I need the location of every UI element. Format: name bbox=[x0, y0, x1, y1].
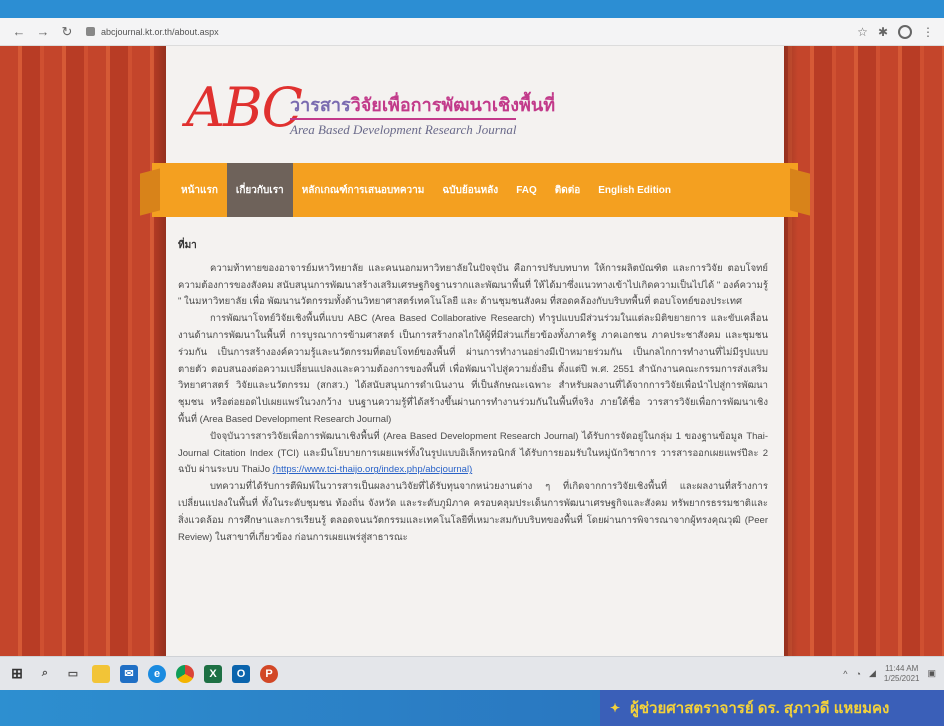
paragraph-3-text: ปัจจุบันวารสารวิจัยเพื่อการพัฒนาเชิงพื้น… bbox=[178, 430, 768, 476]
windows-icon[interactable]: ⊞ bbox=[8, 665, 26, 683]
main-navigation: หน้าแรก เกี่ยวกับเรา หลักเกณฑ์การเสนอบทค… bbox=[140, 163, 810, 217]
content-panel: ABC วารสารวิจัยเพื่อการพัฒนาเชิงพื้นที่ … bbox=[166, 46, 784, 656]
site-logo[interactable]: ABC วารสารวิจัยเพื่อการพัฒนาเชิงพื้นที่ … bbox=[186, 76, 686, 146]
presenter-name: ผู้ช่วยศาสตราจารย์ ดร. สุภาวดี แหยมคง bbox=[630, 700, 890, 717]
star-icon[interactable]: ☆ bbox=[857, 25, 868, 39]
paragraph-1: ความท้าทายของอาจารย์มหาวิทยาลัย และคนนอก… bbox=[178, 262, 768, 308]
paragraph-2: การพัฒนาโจทย์วิจัยเชิงพื้นที่แบบ ABC (Ar… bbox=[178, 313, 768, 425]
browser-toolbar: ← → ↻ abcjournal.kt.or.th/about.aspx ☆ ✱… bbox=[0, 18, 944, 46]
edge-icon[interactable]: e bbox=[148, 664, 166, 683]
ribbon-fold-left bbox=[140, 168, 160, 216]
paragraph-3: ปัจจุบันวารสารวิจัยเพื่อการพัฒนาเชิงพื้น… bbox=[178, 429, 768, 479]
forward-arrow-icon[interactable]: → bbox=[34, 23, 52, 41]
volume-icon[interactable]: ◢ bbox=[869, 668, 876, 679]
system-tray: ^ ◔ ◢ 11:44 AM 1/25/2021 ▣ bbox=[843, 664, 936, 684]
address-bar[interactable]: abcjournal.kt.or.th/about.aspx bbox=[82, 22, 857, 42]
reload-icon[interactable]: ↻ bbox=[58, 23, 76, 41]
clock[interactable]: 11:44 AM 1/25/2021 bbox=[884, 664, 920, 684]
journal-title-prefix: วารสาร bbox=[290, 95, 351, 115]
journal-title-english: Area Based Development Research Journal bbox=[290, 118, 517, 138]
extension-icon[interactable]: ✱ bbox=[878, 25, 888, 39]
back-arrow-icon[interactable]: ← bbox=[10, 23, 28, 41]
nav-archive[interactable]: ฉบับย้อนหลัง bbox=[433, 163, 507, 217]
notification-icon[interactable]: ▣ bbox=[927, 668, 936, 679]
clock-date: 1/25/2021 bbox=[883, 673, 920, 683]
nav-faq[interactable]: FAQ bbox=[507, 163, 546, 217]
paragraph-4: บทความที่ได้รับการตีพิมพ์ในวารสารเป็นผลง… bbox=[178, 481, 768, 543]
nav-submission-guidelines[interactable]: หลักเกณฑ์การเสนอบทความ bbox=[293, 163, 434, 217]
nav-contact[interactable]: ติดต่อ bbox=[546, 163, 590, 217]
more-menu-icon[interactable]: ⋮ bbox=[922, 25, 934, 39]
nav-home[interactable]: หน้าแรก bbox=[172, 163, 227, 217]
url-text: abcjournal.kt.or.th/about.aspx bbox=[101, 26, 219, 37]
search-icon[interactable]: ⌕ bbox=[36, 665, 54, 683]
lock-icon bbox=[86, 27, 95, 36]
clock-time: 11:44 AM bbox=[885, 663, 919, 673]
network-icon[interactable]: ◔ bbox=[856, 669, 861, 679]
mail-icon[interactable]: ✉ bbox=[120, 664, 138, 683]
powerpoint-icon[interactable]: P bbox=[260, 664, 278, 683]
tray-chevron-icon[interactable]: ^ bbox=[843, 669, 847, 679]
footer-band bbox=[0, 690, 600, 726]
profile-icon[interactable] bbox=[898, 24, 912, 39]
web-page: ABC วารสารวิจัยเพื่อการพัฒนาเชิงพื้นที่ … bbox=[0, 46, 944, 656]
journal-title-main: วิจัยเพื่อการพัฒนาเชิงพื้นที่ bbox=[350, 95, 556, 115]
file-explorer-icon[interactable] bbox=[92, 664, 110, 683]
task-view-icon[interactable]: ▭ bbox=[64, 665, 82, 683]
slide-top-stripe bbox=[0, 0, 944, 18]
nav-about[interactable]: เกี่ยวกับเรา bbox=[226, 163, 293, 217]
logo-abc: ABC bbox=[186, 76, 303, 139]
excel-icon[interactable]: X bbox=[204, 664, 222, 683]
journal-title-thai: วารสารวิจัยเพื่อการพัฒนาเชิงพื้นที่ bbox=[290, 90, 555, 119]
section-heading: ที่มา bbox=[178, 240, 197, 251]
outlook-icon[interactable]: O bbox=[232, 664, 250, 683]
about-content: ที่มา ความท้าทายของอาจารย์มหาวิทยาลัย แล… bbox=[178, 238, 768, 546]
thaijo-link[interactable]: (https://www.tci-thaijo.org/index.php/ab… bbox=[273, 464, 473, 475]
chrome-icon[interactable] bbox=[176, 664, 194, 683]
nav-english-edition[interactable]: English Edition bbox=[589, 163, 680, 217]
sparkle-icon: ✦ bbox=[610, 701, 621, 715]
slide-footer: ✦ ผู้ช่วยศาสตราจารย์ ดร. สุภาวดี แหยมคง bbox=[0, 690, 944, 726]
ribbon-fold-right bbox=[790, 168, 810, 216]
presenter-banner: ✦ ผู้ช่วยศาสตราจารย์ ดร. สุภาวดี แหยมคง bbox=[600, 690, 944, 726]
windows-taskbar: ⊞ ⌕ ▭ ✉ e X O P ^ ◔ ◢ 11:44 AM 1/25/2021… bbox=[0, 656, 944, 690]
